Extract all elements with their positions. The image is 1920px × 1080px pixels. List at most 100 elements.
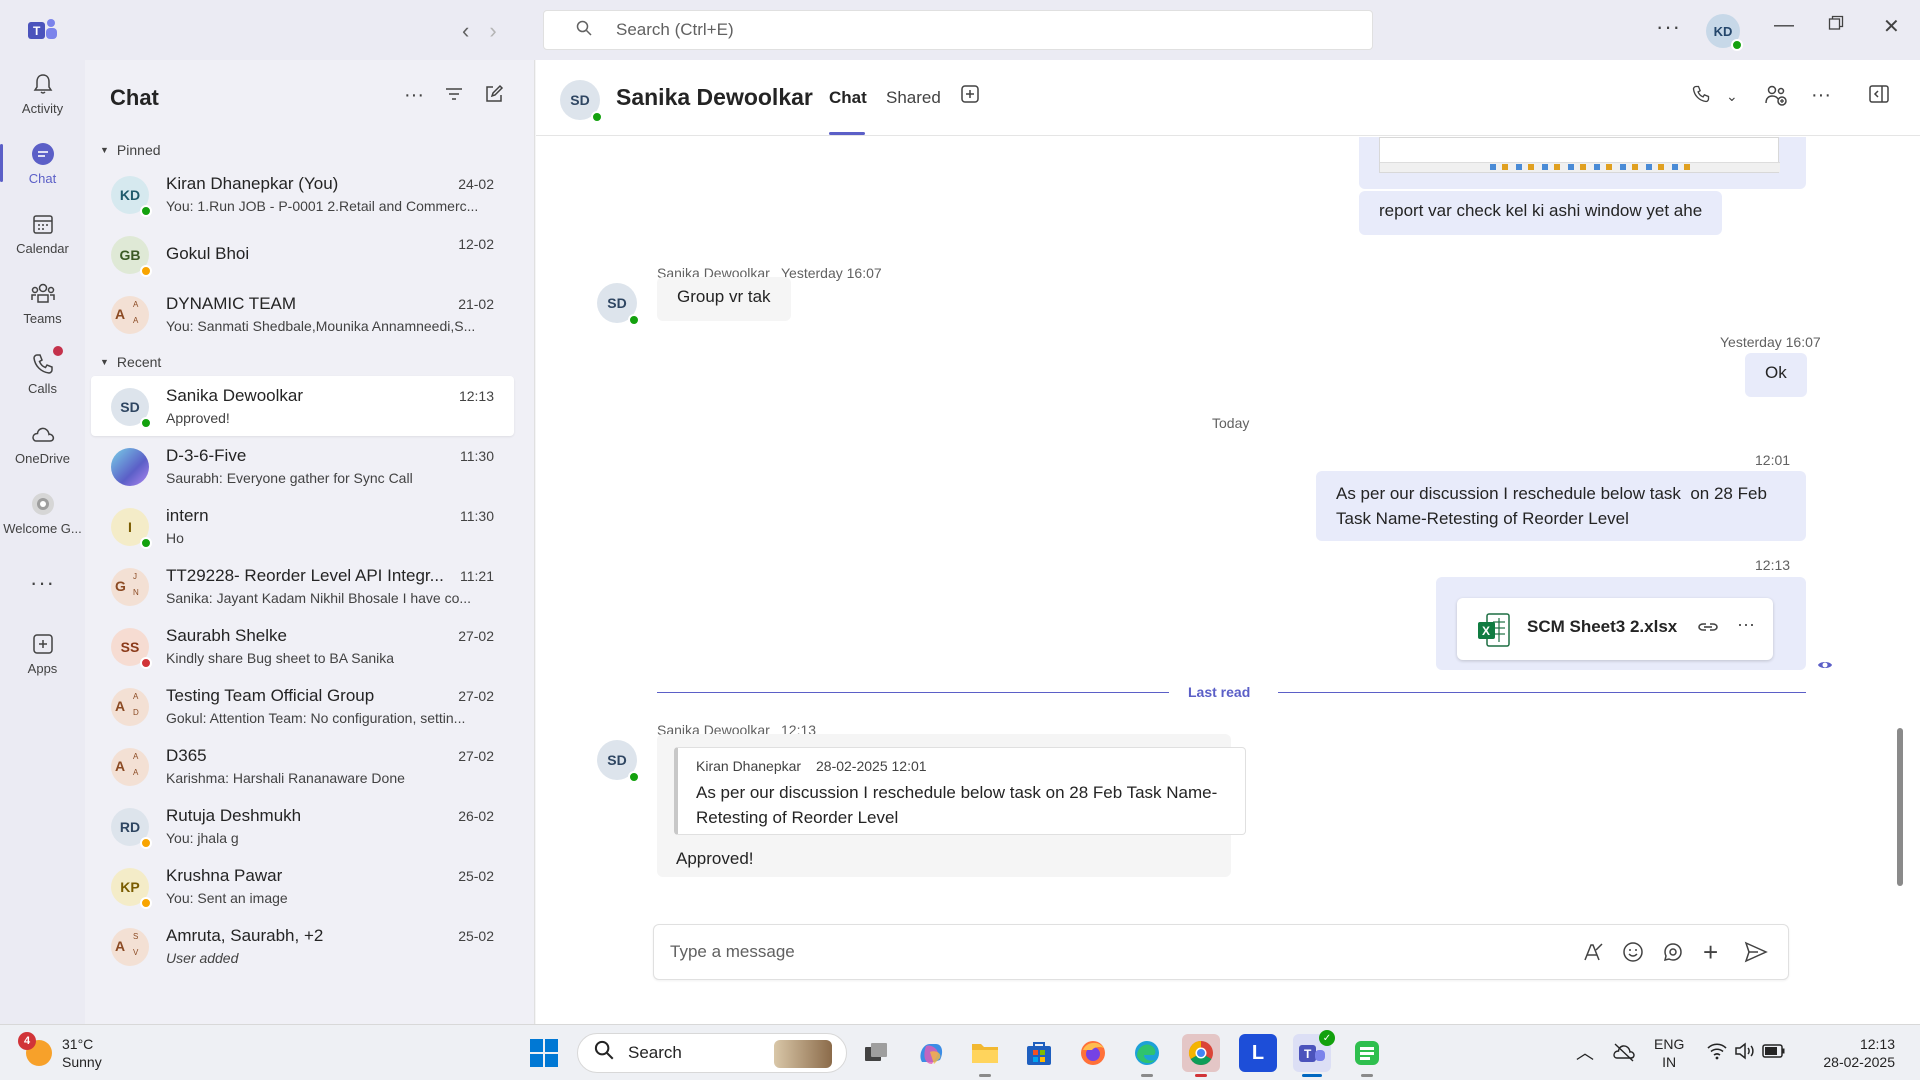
chat-list-item[interactable]: Iintern Ho 11:30: [91, 496, 514, 556]
chat-name: Sanika Dewoolkar: [166, 386, 304, 405]
quoted-message[interactable]: Kiran Dhanepkar 28-02-2025 12:01 As per …: [674, 747, 1246, 835]
search-placeholder: Search (Ctrl+E): [616, 20, 734, 39]
onedrive-offline-icon[interactable]: [1612, 1041, 1636, 1080]
notification-dot: [52, 346, 63, 356]
outgoing-message-bubble[interactable]: Ok: [1745, 353, 1807, 397]
chat-list-item[interactable]: A A A D365 Karishma: Harshali Rananaware Don…: [91, 736, 514, 796]
weather-temp: 31°C: [62, 1036, 94, 1052]
volume-icon[interactable]: [1734, 1041, 1756, 1080]
chat-preview: You: jhala g: [166, 830, 239, 846]
teams-taskbar-icon[interactable]: T ✓: [1293, 1030, 1335, 1077]
restore-icon[interactable]: [1828, 14, 1844, 37]
recent-section-header[interactable]: ▼ Recent: [85, 348, 534, 376]
file-name[interactable]: SCM Sheet3 2.xlsx: [1527, 617, 1677, 637]
copy-link-icon[interactable]: [1697, 616, 1719, 643]
chat-list-item[interactable]: G J N TT29228- Reorder Level API Integr... S…: [91, 556, 514, 616]
rail-item-teams[interactable]: Teams: [0, 272, 85, 334]
tray-chevron-icon[interactable]: ︿: [1576, 1039, 1594, 1080]
close-icon[interactable]: ✕: [1883, 14, 1900, 39]
battery-icon[interactable]: [1762, 1043, 1786, 1080]
pinned-section-header[interactable]: ▼ Pinned: [85, 136, 534, 164]
contact-avatar: KP: [111, 868, 152, 909]
format-icon[interactable]: [1582, 941, 1604, 968]
chat-list-item[interactable]: A A A DYNAMIC TEAM You: Sanmati Shedbale,Mou…: [91, 284, 514, 344]
tab-shared[interactable]: Shared: [886, 88, 941, 108]
chat-list-item[interactable]: GB Gokul Bhoi 12-02: [91, 224, 514, 284]
people-add-icon[interactable]: [1764, 84, 1788, 112]
wifi-icon[interactable]: [1706, 1041, 1728, 1080]
language-code: ENG: [1654, 1036, 1685, 1052]
scrollbar-thumb[interactable]: [1897, 728, 1903, 886]
filter-icon[interactable]: [444, 84, 464, 110]
sender-avatar[interactable]: SD: [597, 283, 640, 326]
minimize-icon[interactable]: —: [1774, 14, 1794, 37]
image-attachment-preview[interactable]: [1379, 137, 1780, 173]
file-more-options-icon[interactable]: ···: [1737, 614, 1755, 635]
l-app-icon[interactable]: L: [1239, 1034, 1277, 1072]
edge-icon[interactable]: [1128, 1034, 1166, 1077]
user-avatar[interactable]: KD: [1706, 14, 1743, 51]
open-side-panel-icon[interactable]: [1868, 84, 1890, 110]
search-input[interactable]: Search (Ctrl+E): [543, 10, 1373, 50]
rail-item-calendar[interactable]: Calendar: [0, 202, 85, 264]
rail-item-calls[interactable]: Calls: [0, 342, 85, 404]
chat-list-item[interactable]: D-3-6-Five Saurabh: Everyone gather for S…: [91, 436, 514, 496]
file-explorer-icon[interactable]: [966, 1034, 1004, 1077]
more-options-icon[interactable]: ···: [1811, 84, 1831, 107]
chat-time: 11:30: [460, 448, 494, 464]
chat-list-item[interactable]: RD Rutuja Deshmukh You: jhala g 26-02: [91, 796, 514, 856]
chat-list-item[interactable]: KD Kiran Dhanepkar (You) You: 1.Run JOB - …: [91, 164, 514, 224]
add-tab-icon[interactable]: [960, 84, 980, 110]
send-icon[interactable]: [1744, 941, 1768, 968]
rail-item-activity[interactable]: Activity: [0, 62, 85, 124]
active-tab-indicator: [829, 132, 865, 135]
more-apps-icon[interactable]: ···: [0, 552, 85, 614]
rail-item-onedrive[interactable]: OneDrive: [0, 412, 85, 474]
more-options-icon[interactable]: ···: [1656, 14, 1681, 40]
sender-avatar[interactable]: SD: [597, 740, 640, 783]
group-avatar: AAD: [111, 688, 149, 726]
copilot-icon[interactable]: [912, 1034, 950, 1072]
call-icon[interactable]: [1691, 84, 1711, 110]
rail-item-apps[interactable]: Apps: [0, 622, 85, 684]
chat-list-item[interactable]: A S V Amruta, Saurabh, +2 User added 25-02: [91, 916, 514, 976]
chat-list-item[interactable]: A A D Testing Team Official Group Gokul: Att…: [91, 676, 514, 736]
tab-chat[interactable]: Chat: [829, 88, 867, 108]
file-attachment-card[interactable]: X SCM Sheet3 2.xlsx ···: [1457, 598, 1773, 660]
outgoing-message-bubble[interactable]: report var check kel ki ashi window yet …: [1359, 191, 1723, 235]
rail-item-welcome[interactable]: Welcome G...: [0, 482, 85, 544]
chat-name: D365: [166, 746, 207, 765]
more-options-icon[interactable]: ···: [404, 84, 424, 110]
attach-plus-icon[interactable]: +: [1703, 939, 1718, 965]
chat-list-item[interactable]: SS Saurabh Shelke Kindly share Bug sheet t…: [91, 616, 514, 676]
firefox-icon[interactable]: [1074, 1034, 1112, 1072]
rail-item-chat[interactable]: Chat: [0, 132, 85, 194]
taskbar-search[interactable]: Search: [577, 1033, 847, 1073]
windows-start-icon[interactable]: [525, 1034, 563, 1072]
chrome-icon[interactable]: [1182, 1034, 1220, 1077]
task-view-icon[interactable]: [857, 1034, 895, 1072]
last-read-label: Last read: [1188, 684, 1251, 700]
outgoing-message-bubble[interactable]: As per our discussion I reschedule below…: [1316, 471, 1806, 541]
weather-widget[interactable]: 4 31°C Sunny: [18, 1032, 102, 1071]
contact-avatar[interactable]: SD: [560, 80, 603, 123]
microsoft-store-icon[interactable]: [1020, 1034, 1058, 1072]
call-dropdown-icon[interactable]: ⌄: [1726, 88, 1738, 105]
teams-logo-icon[interactable]: T: [28, 17, 58, 43]
message-composer[interactable]: Type a message +: [653, 924, 1789, 980]
new-chat-icon[interactable]: [484, 84, 504, 110]
incoming-message-bubble[interactable]: Group vr tak: [657, 277, 791, 321]
chat-list-item[interactable]: KP Krushna Pawar You: Sent an image 25-02: [91, 856, 514, 916]
spreadsheet-app-icon[interactable]: [1348, 1034, 1386, 1077]
back-arrow-icon[interactable]: ‹: [462, 18, 469, 44]
image-message-bubble[interactable]: [1359, 137, 1806, 189]
conversation-title[interactable]: Sanika Dewoolkar: [616, 84, 813, 111]
forward-arrow-icon[interactable]: ›: [489, 18, 496, 44]
presence-away-icon: [140, 897, 152, 909]
clock[interactable]: 12:13 28-02-2025: [1805, 1035, 1895, 1080]
loop-component-icon[interactable]: [1662, 941, 1684, 968]
chat-list-item[interactable]: SD Sanika Dewoolkar Approved! 12:13: [91, 376, 514, 436]
language-indicator[interactable]: ENG IN: [1654, 1035, 1684, 1080]
emoji-icon[interactable]: [1622, 941, 1644, 968]
chat-name: Gokul Bhoi: [166, 244, 250, 263]
